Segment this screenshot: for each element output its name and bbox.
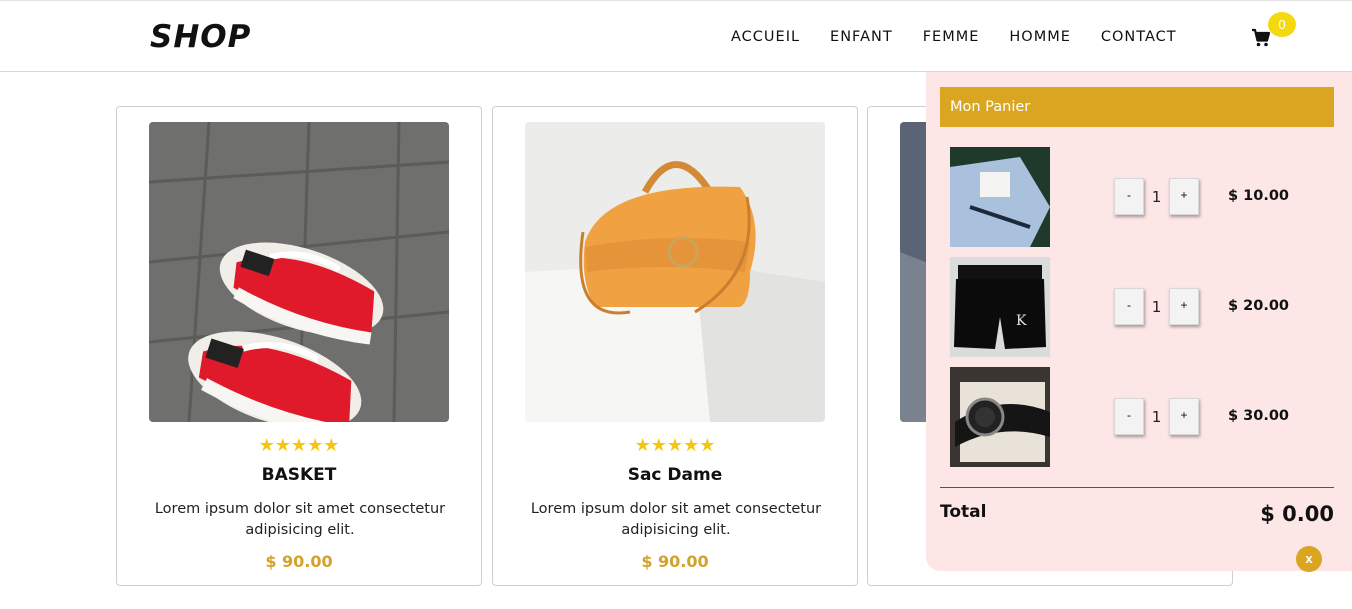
product-card: ★★★★★ BASKET Lorem ipsum dolor sit amet … xyxy=(116,106,482,586)
item-price: $ 10.00 xyxy=(1228,188,1290,204)
sneakers-photo[interactable] xyxy=(149,122,449,422)
quantity-stepper: - 1 + xyxy=(1114,288,1199,325)
item-price: $ 30.00 xyxy=(1228,408,1290,424)
quantity-stepper: - 1 + xyxy=(1114,398,1199,435)
item-price: $ 20.00 xyxy=(1228,298,1290,314)
total-value: $ 0.00 xyxy=(1260,502,1334,526)
quantity-stepper: - 1 + xyxy=(1114,178,1199,215)
site-header: SHOP ACCUEIL ENFANT FEMME HOMME CONTACT … xyxy=(0,0,1352,72)
swim-shorts-photo: K xyxy=(950,257,1050,357)
cart-item: - 1 + $ 30.00 xyxy=(950,367,1340,467)
main-nav: ACCUEIL ENFANT FEMME HOMME CONTACT xyxy=(731,29,1207,45)
decrease-button[interactable]: - xyxy=(1114,398,1144,435)
polo-shirt-photo xyxy=(950,147,1050,247)
decrease-button[interactable]: - xyxy=(1114,288,1144,325)
quantity-value: 1 xyxy=(1151,297,1162,316)
page: SHOP ACCUEIL ENFANT FEMME HOMME CONTACT … xyxy=(0,0,1352,609)
nav-homme[interactable]: HOMME xyxy=(1009,29,1071,45)
cart-title: Mon Panier xyxy=(940,87,1334,127)
product-description: Lorem ipsum dolor sit amet consectetur a… xyxy=(154,501,446,538)
nav-accueil[interactable]: ACCUEIL xyxy=(731,29,800,45)
cart-item: - 1 + $ 10.00 xyxy=(950,147,1340,247)
increase-button[interactable]: + xyxy=(1169,398,1199,435)
product-price: $ 90.00 xyxy=(265,552,333,571)
cart-panel: Mon Panier - 1 + $ 10.00 K - 1 + $ 20.00… xyxy=(926,72,1352,572)
product-name: BASKET xyxy=(261,465,337,485)
product-card: ★★★★★ Sac Dame Lorem ipsum dolor sit ame… xyxy=(492,106,858,586)
svg-text:K: K xyxy=(1016,313,1027,329)
nav-contact[interactable]: CONTACT xyxy=(1101,29,1177,45)
product-name: Sac Dame xyxy=(627,465,723,485)
cart-divider xyxy=(940,487,1334,488)
decrease-button[interactable]: - xyxy=(1114,178,1144,215)
wristwatch-photo xyxy=(950,367,1050,467)
rating-stars: ★★★★★ xyxy=(258,435,340,455)
product-description: Lorem ipsum dolor sit amet consectetur a… xyxy=(530,501,822,538)
shopping-cart-icon[interactable] xyxy=(1251,28,1271,48)
handbag-photo[interactable] xyxy=(525,122,825,422)
shop-logo[interactable]: SHOP xyxy=(150,19,251,55)
quantity-value: 1 xyxy=(1151,187,1162,206)
product-price: $ 90.00 xyxy=(641,552,709,571)
nav-femme[interactable]: FEMME xyxy=(923,29,980,45)
close-cart-button[interactable]: x xyxy=(1296,546,1322,572)
cart-count-badge: 0 xyxy=(1268,12,1296,37)
rating-stars: ★★★★★ xyxy=(634,435,716,455)
total-label: Total xyxy=(940,502,987,522)
increase-button[interactable]: + xyxy=(1169,288,1199,325)
quantity-value: 1 xyxy=(1151,407,1162,426)
nav-enfant[interactable]: ENFANT xyxy=(830,29,893,45)
increase-button[interactable]: + xyxy=(1169,178,1199,215)
cart-item: K - 1 + $ 20.00 xyxy=(950,257,1340,357)
